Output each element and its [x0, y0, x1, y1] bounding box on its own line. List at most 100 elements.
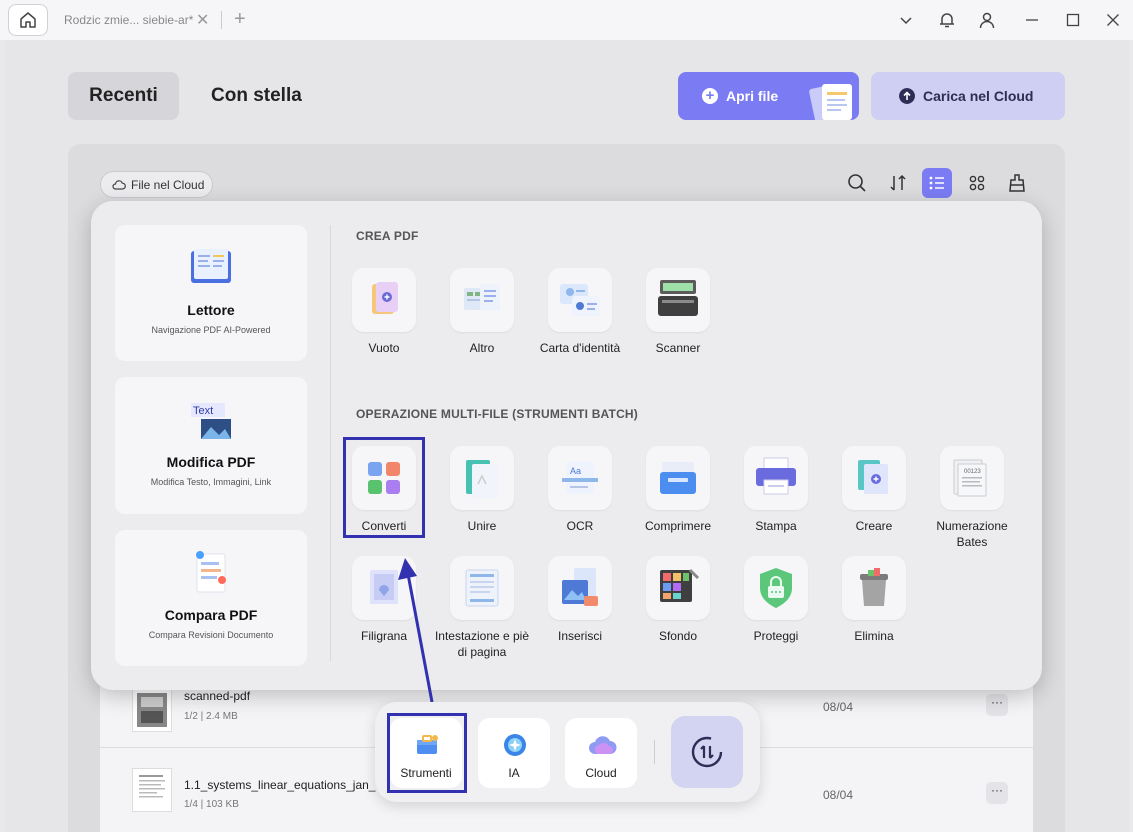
trash-bin-icon [860, 568, 888, 606]
dock-convert-button[interactable] [671, 716, 743, 788]
dock-divider [654, 740, 655, 764]
tool-icon-box [744, 446, 808, 510]
chevron-down-icon[interactable] [894, 8, 918, 32]
sort-icon[interactable] [883, 168, 913, 198]
shield-lock-icon [760, 568, 792, 608]
tool-icon-box: 00123 [940, 446, 1004, 510]
tool-icon-box: Aa [548, 446, 612, 510]
merge-icon [466, 460, 498, 498]
search-icon[interactable] [842, 168, 872, 198]
file-meta: 1/2 | 2.4 MB [184, 711, 238, 722]
dock-ia[interactable]: IA [478, 718, 550, 788]
edit-pdf-card-subtitle: Modifica Testo, Immagini, Link [150, 477, 272, 487]
cloud-icon [112, 180, 126, 190]
tool-icon-box [842, 446, 906, 510]
compare-pins-icon [196, 551, 226, 593]
edit-text-icon-label: Text [193, 405, 213, 417]
file-name: scanned-pdf [184, 689, 251, 703]
tool-label: Scanner [655, 341, 701, 355]
tools-popup: Lettore Navigazione PDF AI-Powered Text … [91, 201, 1042, 690]
tab-close-icon[interactable]: ✕ [196, 10, 209, 30]
new-tab-icon[interactable]: + [234, 8, 246, 31]
cloud-files-label: File nel Cloud [131, 177, 205, 192]
edit-pdf-card[interactable]: Text Modifica PDF Modifica Testo, Immagi… [115, 377, 307, 514]
tool-icon-box [646, 556, 710, 620]
tool-label: Sfondo [658, 629, 698, 643]
compare-pdf-card-title: Compara PDF [164, 607, 258, 623]
printer-icon [756, 457, 796, 495]
tool-label: Comprimere [644, 519, 711, 533]
tab-con-stella[interactable]: Con stella [211, 72, 302, 120]
blank-pdf-icon [372, 282, 398, 314]
batch-section-title: OPERAZIONE MULTI-FILE (STRUMENTI BATCH) [356, 407, 638, 421]
edit-text-icon: Text [191, 403, 231, 439]
reader-card-subtitle: Navigazione PDF AI-Powered [151, 325, 271, 335]
strumenti-highlight-box [387, 713, 467, 793]
bates-numbering-icon: 00123 [953, 459, 987, 497]
converti-highlight-box [343, 437, 425, 538]
cloud-storage-icon [589, 736, 617, 754]
tool-label: Altro [469, 341, 495, 355]
tool-label: Numerazione Bates [936, 519, 1008, 549]
background-palette-icon [660, 568, 700, 602]
tool-icon-box [646, 446, 710, 510]
tool-icon-box [450, 446, 514, 510]
tool-label: Elimina [854, 629, 894, 643]
upload-cloud-label: Carica nel Cloud [923, 88, 1034, 104]
more-options-button[interactable]: ··· [986, 782, 1008, 804]
upload-icon [899, 88, 915, 104]
home-button[interactable] [8, 4, 48, 36]
reader-card[interactable]: Lettore Navigazione PDF AI-Powered [115, 225, 307, 361]
tool-icon-box [842, 556, 906, 620]
book-icon [191, 249, 231, 283]
tab-divider [221, 11, 222, 29]
file-meta: 1/4 | 103 KB [184, 799, 239, 810]
user-icon[interactable] [975, 8, 999, 32]
file-thumbnail [132, 688, 172, 732]
file-date: 08/04 [823, 788, 854, 802]
tool-icon-box [548, 268, 612, 332]
tool-icon-box [744, 556, 808, 620]
tool-label: Unire [467, 519, 497, 533]
open-file-label: Apri file [726, 88, 779, 104]
file-thumbnail [132, 768, 172, 812]
tool-label: Creare [855, 519, 893, 533]
dock-ia-label: IA [508, 766, 520, 780]
bell-icon[interactable] [935, 8, 959, 32]
annotation-arrow [398, 558, 434, 703]
ai-assistant-icon [504, 734, 526, 756]
compress-icon [660, 462, 696, 494]
svg-text:00123: 00123 [964, 469, 981, 475]
minimize-icon[interactable] [1020, 8, 1044, 32]
edit-pdf-card-title: Modifica PDF [166, 454, 256, 470]
tool-label: OCR [566, 519, 594, 533]
document-tab-title[interactable]: Rodzic zmie... siebie-ar* [64, 13, 193, 27]
compare-pdf-card[interactable]: Compara PDF Compara Revisioni Documento [115, 530, 307, 666]
close-window-icon[interactable] [1101, 8, 1125, 32]
tool-icon-box [450, 268, 514, 332]
scanner-icon [658, 280, 698, 316]
tool-label: Stampa [755, 519, 797, 533]
plus-icon: + [702, 88, 718, 104]
reader-card-title: Lettore [187, 302, 235, 318]
other-formats-icon [464, 284, 500, 310]
tool-label: Intestazione e piè di pagina [434, 629, 530, 659]
cloud-files-chip[interactable]: File nel Cloud [100, 171, 213, 198]
upload-cloud-button[interactable]: Carica nel Cloud [871, 72, 1065, 120]
file-name: 1.1_systems_linear_equations_jan_6_2 [184, 778, 396, 792]
tool-label: Carta d'identità [539, 341, 621, 355]
maximize-icon[interactable] [1061, 8, 1085, 32]
convert-arrows-icon [691, 736, 723, 768]
file-date: 08/04 [823, 700, 854, 714]
clean-brush-icon[interactable] [1002, 168, 1032, 198]
dock-cloud[interactable]: Cloud [565, 718, 637, 788]
svg-text:Aa: Aa [570, 466, 581, 476]
documents-illustration-icon [809, 83, 852, 120]
list-view-icon[interactable] [922, 168, 952, 198]
header-footer-icon [465, 569, 499, 607]
grid-view-icon[interactable] [962, 168, 992, 198]
tab-recenti[interactable]: Recenti [68, 72, 179, 120]
create-icon [858, 460, 888, 494]
more-options-button[interactable]: ··· [986, 694, 1008, 716]
open-file-button[interactable]: + Apri file [678, 72, 859, 120]
